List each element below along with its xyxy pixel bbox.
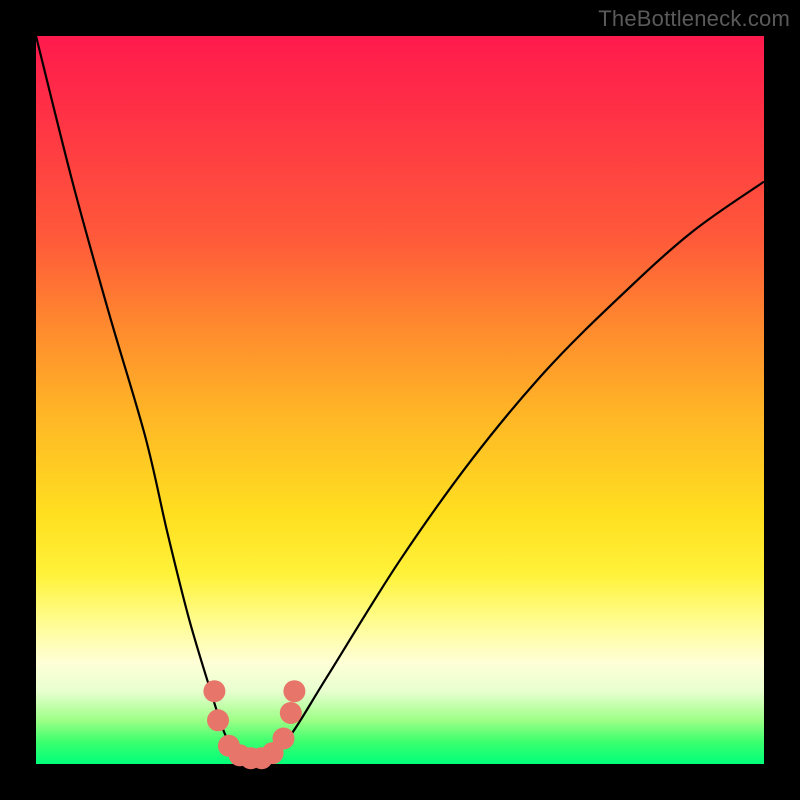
curve-marker (203, 680, 225, 702)
curve-marker (280, 702, 302, 724)
bottleneck-curve (36, 36, 764, 764)
curve-marker (207, 709, 229, 731)
chart-frame: TheBottleneck.com (0, 0, 800, 800)
curve-marker (273, 728, 295, 750)
curve-marker (283, 680, 305, 702)
curve-markers (203, 680, 305, 769)
chart-overlay (36, 36, 764, 764)
watermark-text: TheBottleneck.com (598, 6, 790, 32)
